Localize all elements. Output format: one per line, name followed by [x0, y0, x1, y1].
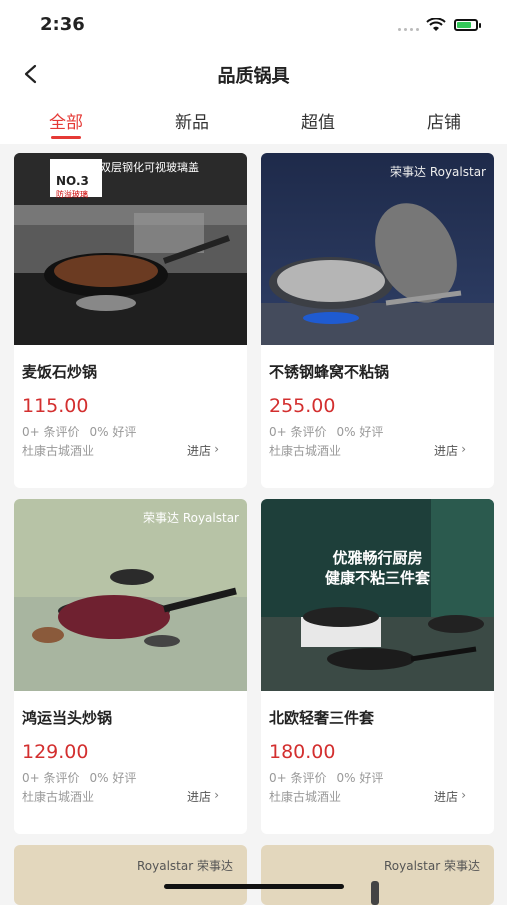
positive-rate: 0% 好评 — [89, 425, 137, 439]
chevron-right-icon: › — [461, 788, 466, 802]
active-tab-indicator — [51, 136, 81, 139]
badge-rank: NO.3 — [56, 174, 89, 188]
product-card[interactable]: Royalstar 荣事达 — [261, 845, 494, 905]
product-card[interactable]: 荣事达 Royalstar 不锈钢蜂窝不粘锅 255.00 0+ 条评价 0% 好… — [261, 153, 494, 488]
product-price: 115.00 — [22, 395, 89, 417]
review-count: 0+ 条评价 — [22, 771, 80, 785]
positive-rate: 0% 好评 — [89, 771, 137, 785]
brand-logo: Royalstar 荣事达 — [384, 859, 480, 873]
product-name: 北欧轻奢三件套 — [269, 709, 375, 727]
image-headline: 双层钢化可视玻璃盖 — [100, 161, 199, 174]
store-name: 杜康古城酒业 — [22, 790, 95, 804]
tab-all[interactable]: 全部 — [49, 108, 83, 133]
product-card[interactable]: 优雅畅行厨房 健康不粘三件套 北欧轻奢三件套 180.00 0+ 条评价 0% 好… — [261, 499, 494, 834]
store-name: 杜康古城酒业 — [269, 444, 342, 458]
category-tabs: 全部 新品 超值 店铺 — [0, 98, 507, 144]
product-price: 255.00 — [269, 395, 336, 417]
brand-logo: Royalstar 荣事达 — [137, 859, 233, 873]
review-count: 0+ 条评价 — [269, 771, 327, 785]
review-info: 0+ 条评价 0% 好评 — [269, 423, 393, 440]
chevron-right-icon: › — [461, 442, 466, 456]
badge-sub: 防溢玻璃 — [56, 190, 88, 199]
product-image: 荣事达 Royalstar — [14, 499, 247, 691]
product-image: 荣事达 Royalstar — [261, 153, 494, 345]
product-card[interactable]: NO.3 防溢玻璃 双层钢化可视玻璃盖 麦饭石炒锅 115.00 0+ 条评价 0… — [14, 153, 247, 488]
product-price: 180.00 — [269, 741, 336, 763]
image-headline-2: 健康不粘三件套 — [324, 569, 430, 587]
navigation-bar: 品质锅具 — [0, 50, 507, 98]
cellular-signal-icon — [398, 28, 419, 31]
store-name: 杜康古城酒业 — [22, 444, 95, 458]
enter-store-button[interactable]: 进店 — [434, 442, 458, 459]
store-name: 杜康古城酒业 — [269, 790, 342, 804]
review-count: 0+ 条评价 — [269, 425, 327, 439]
tab-value[interactable]: 超值 — [301, 108, 335, 133]
status-time: 2:36 — [40, 14, 85, 35]
brand-logo: 荣事达 Royalstar — [390, 165, 486, 179]
product-name: 麦饭石炒锅 — [22, 363, 98, 381]
status-bar: 2:36 — [0, 0, 507, 50]
review-info: 0+ 条评价 0% 好评 — [22, 769, 146, 786]
product-image: 优雅畅行厨房 健康不粘三件套 — [261, 499, 494, 691]
brand-logo: 荣事达 Royalstar — [143, 511, 239, 525]
review-info: 0+ 条评价 0% 好评 — [22, 423, 146, 440]
product-name: 鸿运当头炒锅 — [22, 709, 113, 727]
product-card[interactable]: 荣事达 Royalstar 鸿运当头炒锅 129.00 0+ 条评价 0% 好评 … — [14, 499, 247, 834]
product-card[interactable]: Royalstar 荣事达 — [14, 845, 247, 905]
review-info: 0+ 条评价 0% 好评 — [269, 769, 393, 786]
battery-icon — [454, 19, 478, 31]
product-price: 129.00 — [22, 741, 89, 763]
chevron-right-icon: › — [214, 442, 219, 456]
page-title: 品质锅具 — [217, 66, 290, 87]
positive-rate: 0% 好评 — [336, 771, 384, 785]
enter-store-button[interactable]: 进店 — [434, 788, 458, 805]
enter-store-button[interactable]: 进店 — [187, 442, 211, 459]
enter-store-button[interactable]: 进店 — [187, 788, 211, 805]
product-image: NO.3 防溢玻璃 双层钢化可视玻璃盖 — [14, 153, 247, 345]
tab-stores[interactable]: 店铺 — [427, 108, 461, 133]
wifi-icon — [426, 18, 446, 31]
image-headline-1: 优雅畅行厨房 — [332, 549, 423, 567]
tab-new[interactable]: 新品 — [175, 108, 209, 133]
product-name: 不锈钢蜂窝不粘锅 — [269, 363, 390, 381]
chevron-right-icon: › — [214, 788, 219, 802]
positive-rate: 0% 好评 — [336, 425, 384, 439]
review-count: 0+ 条评价 — [22, 425, 80, 439]
home-indicator — [164, 884, 344, 889]
